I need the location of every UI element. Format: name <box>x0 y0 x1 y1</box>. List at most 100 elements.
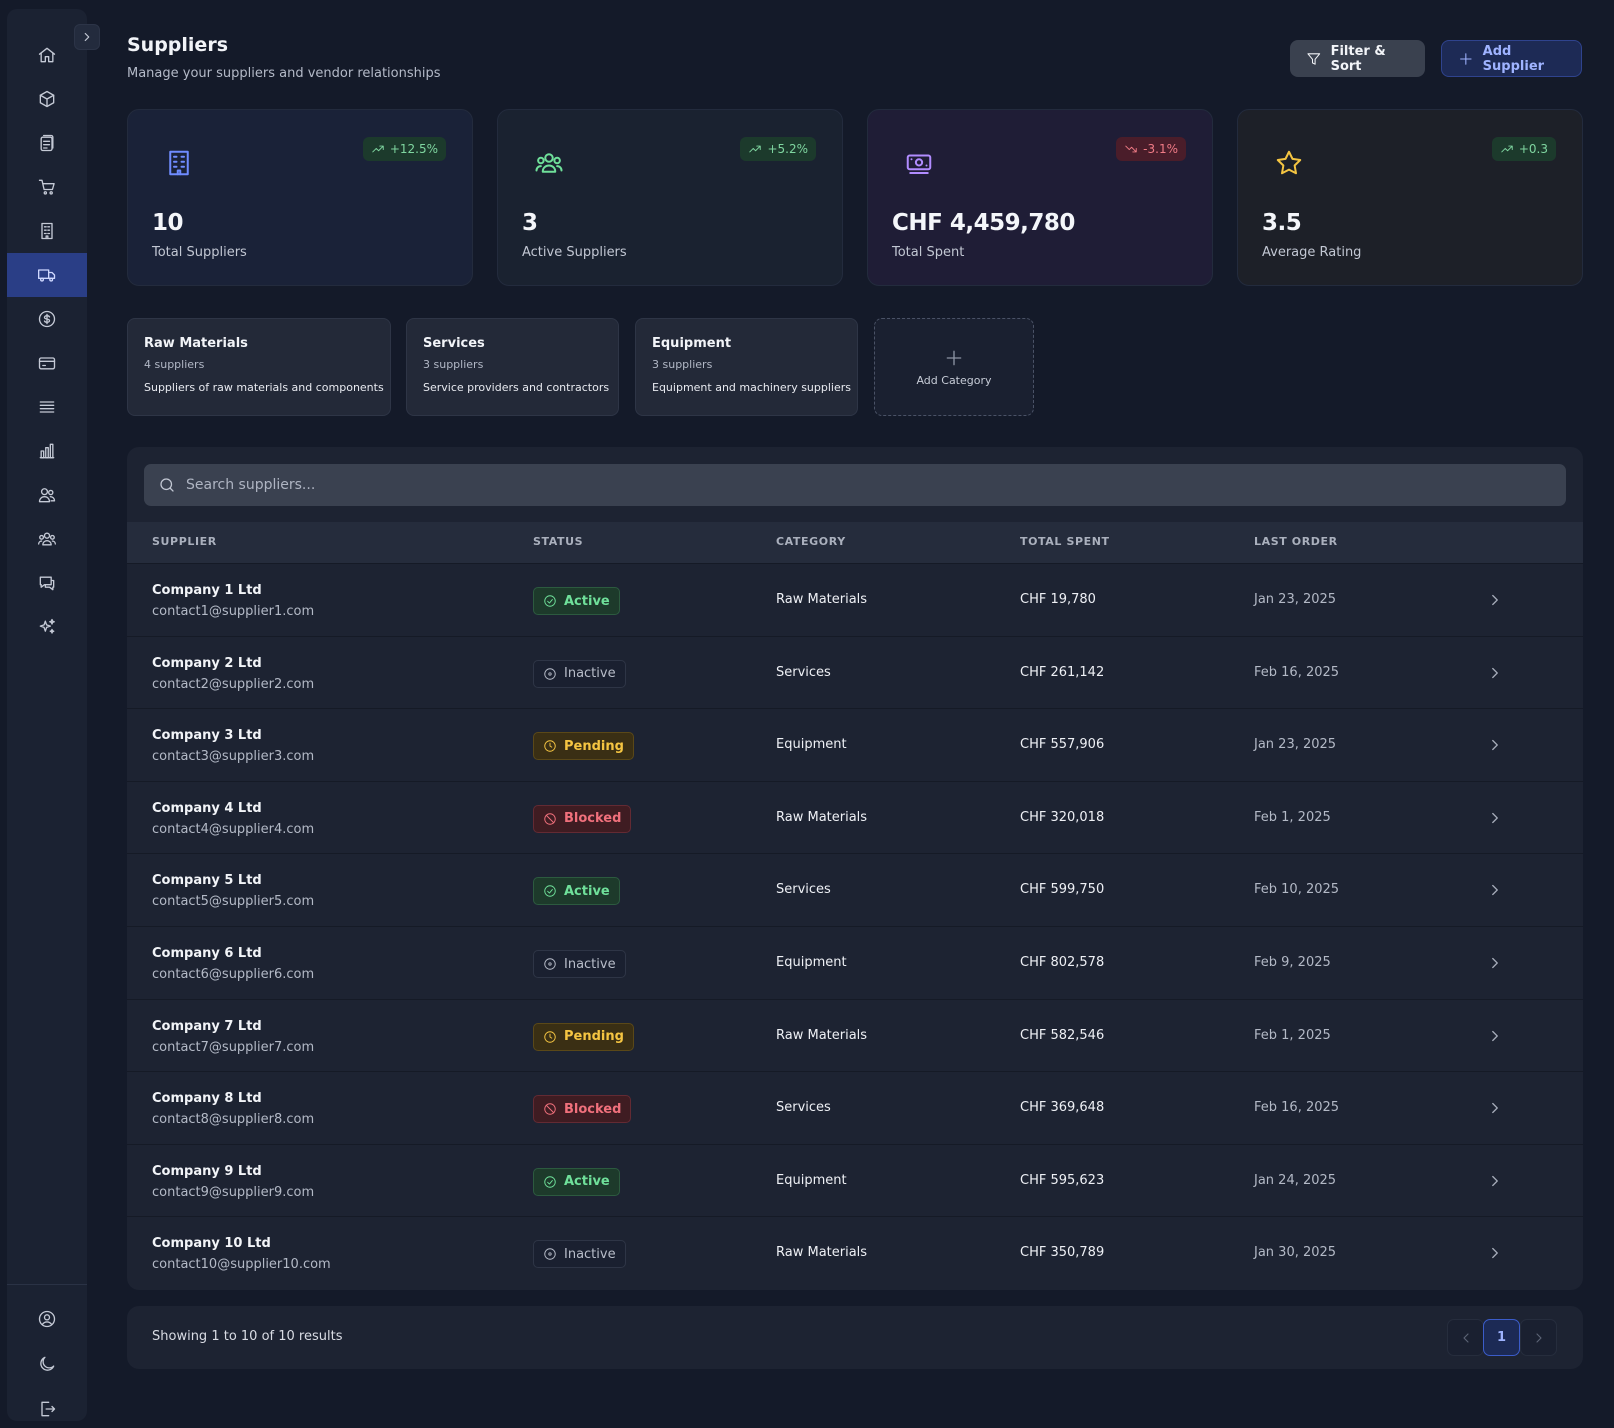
sidebar-item-ai[interactable] <box>7 605 87 649</box>
table-row[interactable]: Company 10 Ltd contact10@supplier10.com In… <box>127 1216 1583 1289</box>
supplier-total-spent: CHF 369,648 <box>1020 1100 1105 1116</box>
stat-card-active-suppliers: +5.2% 3 Active Suppliers <box>497 109 843 286</box>
add-category-button[interactable]: Add Category <box>874 318 1034 416</box>
blocked-icon <box>544 1103 556 1115</box>
category-card-raw-materials[interactable]: Raw Materials 4 suppliers Suppliers of r… <box>127 318 391 416</box>
status-badge: Active <box>533 587 620 615</box>
chevron-right-icon <box>1492 667 1498 678</box>
sidebar-item-messages[interactable] <box>7 561 87 605</box>
table-row[interactable]: Company 6 Ltd contact6@supplier6.com Inact… <box>127 926 1583 999</box>
supplier-total-spent: CHF 557,906 <box>1020 737 1105 753</box>
table-row[interactable]: Company 8 Ltd contact8@supplier8.com Block… <box>127 1071 1583 1144</box>
row-open-button[interactable] <box>1486 1099 1504 1117</box>
search-input[interactable] <box>186 477 1546 493</box>
table-header: SUPPLIER STATUS CATEGORY TOTAL SPENT LAS… <box>127 522 1583 563</box>
supplier-email: contact6@supplier6.com <box>152 967 315 982</box>
chat-icon <box>39 576 55 591</box>
sidebar-item-companies[interactable] <box>7 209 87 253</box>
chevron-right-icon <box>1492 812 1498 823</box>
supplier-name: Company 2 Ltd <box>152 655 262 671</box>
row-open-button[interactable] <box>1486 1244 1504 1262</box>
sidebar-item-suppliers[interactable] <box>7 253 87 297</box>
trend-down-icon <box>1125 145 1137 153</box>
column-header-last-order[interactable]: LAST ORDER <box>1254 535 1338 548</box>
supplier-total-spent: CHF 582,546 <box>1020 1027 1105 1043</box>
check-circle-icon <box>544 1176 556 1188</box>
stat-value: 3 <box>522 210 538 236</box>
row-open-button[interactable] <box>1486 591 1504 609</box>
column-header-supplier[interactable]: SUPPLIER <box>152 535 217 548</box>
stat-value: 3.5 <box>1262 210 1302 236</box>
prev-page-button[interactable] <box>1447 1319 1484 1356</box>
sidebar-item-cart[interactable] <box>7 165 87 209</box>
status-label: Inactive <box>564 666 616 682</box>
supplier-category: Raw Materials <box>776 1245 868 1261</box>
clipboard-icon <box>40 134 54 152</box>
category-description: Service providers and contractors <box>423 381 610 394</box>
row-open-button[interactable] <box>1486 954 1504 972</box>
table-row[interactable]: Company 3 Ltd contact3@supplier3.com Pendi… <box>127 708 1583 781</box>
table-row[interactable]: Company 7 Ltd contact7@supplier7.com Pendi… <box>127 998 1583 1072</box>
logout-icon <box>41 1401 56 1417</box>
row-open-button[interactable] <box>1486 809 1504 827</box>
row-open-button[interactable] <box>1486 736 1504 754</box>
column-header-status[interactable]: STATUS <box>533 535 583 548</box>
category-name: Raw Materials <box>144 336 248 351</box>
column-header-total-spent[interactable]: TOTAL SPENT <box>1020 535 1110 548</box>
status-label: Blocked <box>564 1101 622 1117</box>
category-description: Suppliers of raw materials and component… <box>144 381 384 394</box>
row-open-button[interactable] <box>1486 664 1504 682</box>
supplier-category: Equipment <box>776 737 847 753</box>
status-label: Active <box>564 593 610 609</box>
supplier-category: Services <box>776 1100 831 1116</box>
category-card-equipment[interactable]: Equipment 3 suppliers Equipment and mach… <box>635 318 858 416</box>
supplier-total-spent: CHF 350,789 <box>1020 1245 1105 1261</box>
sidebar-item-profile[interactable] <box>7 1297 87 1341</box>
status-badge: Blocked <box>533 1095 632 1124</box>
chevron-right-icon <box>1492 1103 1498 1114</box>
supplier-last-order: Jan 23, 2025 <box>1254 592 1337 607</box>
trend-up-icon <box>749 145 762 153</box>
sidebar-item-products[interactable] <box>7 77 87 121</box>
sidebar-item-reports[interactable] <box>7 429 87 473</box>
row-open-button[interactable] <box>1486 881 1504 899</box>
plus-icon <box>946 350 962 365</box>
stat-value: CHF 4,459,780 <box>892 210 1075 236</box>
supplier-category: Services <box>776 882 831 898</box>
category-name: Services <box>423 336 485 351</box>
table-row[interactable]: Company 2 Ltd contact2@supplier2.com Inact… <box>127 635 1583 709</box>
row-open-button[interactable] <box>1486 1172 1504 1190</box>
next-page-button[interactable] <box>1520 1319 1557 1356</box>
table-row[interactable]: Company 1 Ltd contact1@supplier1.com Activ… <box>127 563 1583 636</box>
chevron-left-icon <box>1462 1332 1469 1343</box>
column-header-category[interactable]: CATEGORY <box>776 535 846 548</box>
page-1-button[interactable]: 1 <box>1483 1319 1520 1356</box>
table-row[interactable]: Company 4 Ltd contact4@supplier4.com Block… <box>127 780 1583 854</box>
users-icon <box>38 488 56 503</box>
sidebar-item-payments[interactable] <box>7 341 87 385</box>
blocked-icon <box>544 813 556 825</box>
add-supplier-button[interactable]: Add Supplier <box>1441 40 1582 77</box>
table-row[interactable]: Company 9 Ltd contact9@supplier9.com Activ… <box>127 1143 1583 1217</box>
supplier-email: contact9@supplier9.com <box>152 1184 315 1200</box>
category-card-services[interactable]: Services 3 suppliers Service providers a… <box>406 318 619 416</box>
row-open-button[interactable] <box>1486 1027 1504 1045</box>
sidebar-item-logout[interactable] <box>7 1387 87 1428</box>
supplier-name: Company 8 Ltd <box>152 1091 262 1107</box>
sidebar-item-users[interactable] <box>7 473 87 517</box>
sidebar-item-theme[interactable] <box>7 1342 87 1386</box>
sidebar-item-teams[interactable] <box>7 517 87 561</box>
sidebar-item-orders[interactable] <box>7 121 87 165</box>
sidebar-item-list[interactable] <box>7 385 87 429</box>
sidebar-expand-button[interactable] <box>74 24 100 50</box>
table-row[interactable]: Company 5 Ltd contact5@supplier5.com Activ… <box>127 853 1583 926</box>
status-label: Inactive <box>564 1246 616 1262</box>
moon-icon <box>40 1356 55 1371</box>
dot-circle-icon <box>544 958 556 970</box>
supplier-last-order: Feb 10, 2025 <box>1254 882 1340 898</box>
stat-label: Total Suppliers <box>152 245 247 260</box>
sidebar-item-finance[interactable] <box>7 297 87 341</box>
filter-sort-button[interactable]: Filter & Sort <box>1290 40 1425 77</box>
filter-icon <box>1307 52 1321 65</box>
box-icon <box>39 90 55 108</box>
